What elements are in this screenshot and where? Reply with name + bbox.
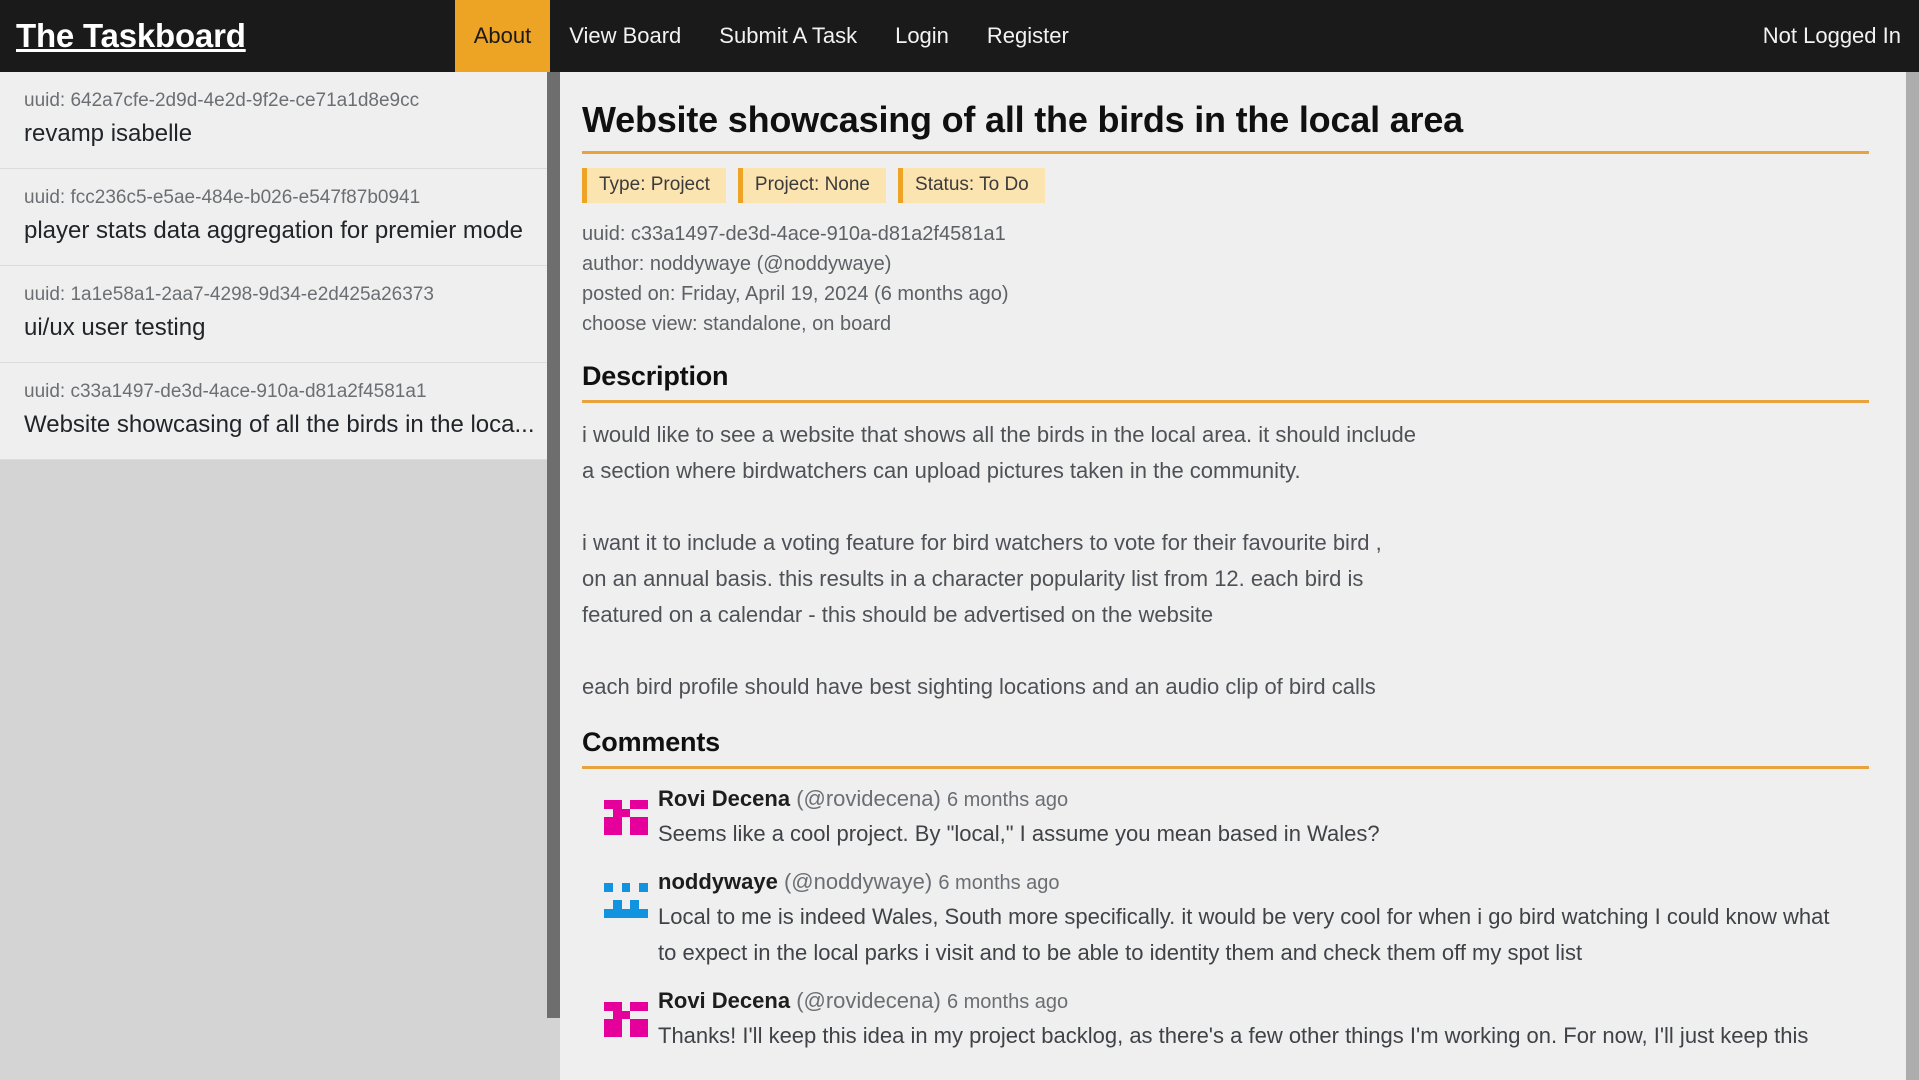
description-line: on an annual basis. this results in a ch… [582, 561, 1882, 597]
meta-uuid: uuid: c33a1497-de3d-4ace-910a-d81a2f4581… [582, 219, 1882, 249]
view-standalone-link[interactable]: standalone [703, 313, 801, 335]
comment-header: Rovi Decena (@rovidecena) 6 months ago [658, 985, 1882, 1018]
task-detail-panel: Website showcasing of all the birds in t… [560, 72, 1919, 1080]
comments-list: Rovi Decena (@rovidecena) 6 months ago S… [582, 783, 1882, 1054]
view-on-board-link[interactable]: on board [812, 313, 891, 335]
comment-timestamp: 6 months ago [938, 872, 1059, 894]
comment-author-handle: (@rovidecena) [796, 988, 941, 1013]
comment-author-name[interactable]: Rovi Decena [658, 988, 790, 1013]
comment-item: noddywaye (@noddywaye) 6 months ago Loca… [582, 866, 1882, 971]
description-line [582, 489, 1882, 525]
description-divider [582, 400, 1869, 403]
nav-link-view-board[interactable]: View Board [550, 0, 700, 72]
page-body: uuid: 642a7cfe-2d9d-4e2d-9f2e-ce71a1d8e9… [0, 72, 1919, 1080]
sidebar-task-title: ui/ux user testing [24, 312, 542, 344]
description-line: i would like to see a website that shows… [582, 417, 1882, 453]
navbar-links: About View Board Submit A Task Login Reg… [455, 0, 1088, 72]
comment-author-name[interactable]: Rovi Decena [658, 786, 790, 811]
sidebar-task-uuid: uuid: c33a1497-de3d-4ace-910a-d81a2f4581… [24, 379, 542, 405]
status-badge-project: Project: None [738, 168, 886, 203]
description-line: a section where birdwatchers can upload … [582, 453, 1882, 489]
description-heading: Description [582, 359, 1882, 393]
sidebar-task-uuid: uuid: 642a7cfe-2d9d-4e2d-9f2e-ce71a1d8e9… [24, 88, 542, 114]
choose-view-label: choose view: [582, 313, 703, 335]
page-title: Website showcasing of all the birds in t… [582, 98, 1882, 142]
sidebar-task-item[interactable]: uuid: fcc236c5-e5ae-484e-b026-e547f87b09… [0, 169, 560, 266]
comment-text: Thanks! I'll keep this idea in my projec… [658, 1018, 1882, 1054]
top-navbar: The Taskboard About View Board Submit A … [0, 0, 1919, 72]
comment-item: Rovi Decena (@rovidecena) 6 months ago T… [582, 985, 1882, 1054]
nav-link-submit-a-task[interactable]: Submit A Task [700, 0, 876, 72]
auth-status: Not Logged In [1763, 0, 1919, 72]
comment-header: Rovi Decena (@rovidecena) 6 months ago [658, 783, 1882, 816]
main-scrollbar-thumb[interactable] [1906, 72, 1919, 1080]
meta-author-label: author: [582, 253, 650, 275]
nav-link-register[interactable]: Register [968, 0, 1088, 72]
task-list-sidebar: uuid: 642a7cfe-2d9d-4e2d-9f2e-ce71a1d8e9… [0, 72, 560, 1080]
avatar-identicon-icon [604, 791, 648, 835]
comments-divider [582, 766, 1869, 769]
sidebar-task-uuid: uuid: fcc236c5-e5ae-484e-b026-e547f87b09… [24, 185, 542, 211]
sidebar-task-title: Website showcasing of all the birds in t… [24, 409, 542, 441]
status-badge-status: Status: To Do [898, 168, 1045, 203]
comment-text: Seems like a cool project. By "local," I… [658, 816, 1882, 852]
description-body: i would like to see a website that shows… [582, 417, 1882, 705]
comment-timestamp: 6 months ago [947, 991, 1068, 1013]
avatar-identicon-icon [604, 993, 648, 1037]
title-divider [582, 151, 1869, 154]
comment-author-name[interactable]: noddywaye [658, 869, 778, 894]
comment-text: to expect in the local parks i visit and… [658, 935, 1882, 971]
nav-link-about[interactable]: About [455, 0, 551, 72]
description-line [582, 633, 1882, 669]
description-line: i want it to include a voting feature fo… [582, 525, 1882, 561]
nav-link-login[interactable]: Login [876, 0, 968, 72]
comments-heading: Comments [582, 725, 1882, 759]
sidebar-scrollbar[interactable] [547, 72, 560, 1080]
brand-logo[interactable]: The Taskboard [0, 0, 260, 72]
meta-author: author: noddywaye (@noddywaye) [582, 249, 1882, 279]
sidebar-task-uuid: uuid: 1a1e58a1-2aa7-4298-9d34-e2d425a263… [24, 282, 542, 308]
comment-header: noddywaye (@noddywaye) 6 months ago [658, 866, 1882, 899]
task-metadata: uuid: c33a1497-de3d-4ace-910a-d81a2f4581… [582, 219, 1882, 339]
comment-author-handle: (@rovidecena) [796, 786, 941, 811]
comment-timestamp: 6 months ago [947, 789, 1068, 811]
navbar-spacer [260, 0, 455, 72]
comment-text: Local to me is indeed Wales, South more … [658, 899, 1882, 935]
sidebar-task-item[interactable]: uuid: 1a1e58a1-2aa7-4298-9d34-e2d425a263… [0, 266, 560, 363]
comment-author-handle: (@noddywaye) [784, 869, 932, 894]
comment-item: Rovi Decena (@rovidecena) 6 months ago S… [582, 783, 1882, 852]
author-link[interactable]: noddywaye (@noddywaye) [650, 253, 892, 275]
sidebar-task-item[interactable]: uuid: c33a1497-de3d-4ace-910a-d81a2f4581… [0, 363, 560, 460]
description-line: each bird profile should have best sight… [582, 669, 1882, 705]
view-separator: , [801, 313, 812, 335]
status-badge-type: Type: Project [582, 168, 726, 203]
description-line: featured on a calendar - this should be … [582, 597, 1882, 633]
sidebar-task-item[interactable]: uuid: 642a7cfe-2d9d-4e2d-9f2e-ce71a1d8e9… [0, 72, 560, 169]
avatar-identicon-icon [604, 874, 648, 918]
main-scrollbar[interactable] [1906, 72, 1919, 1080]
sidebar-task-title: revamp isabelle [24, 118, 542, 150]
sidebar-scrollbar-thumb[interactable] [547, 72, 560, 1018]
meta-posted-on: posted on: Friday, April 19, 2024 (6 mon… [582, 279, 1882, 309]
task-badges: Type: Project Project: None Status: To D… [582, 168, 1882, 203]
sidebar-task-title: player stats data aggregation for premie… [24, 215, 542, 247]
meta-choose-view: choose view: standalone, on board [582, 309, 1882, 339]
